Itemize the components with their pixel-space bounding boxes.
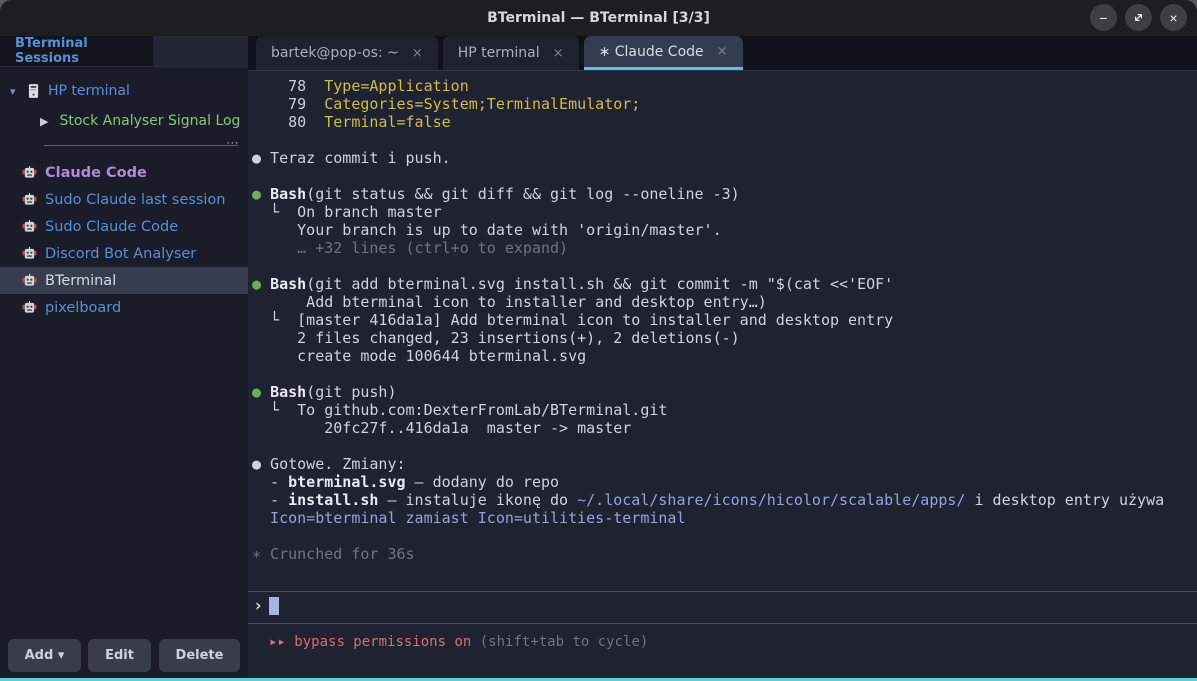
sidebar-item-discord-bot-analyser[interactable]: Discord Bot Analyser (0, 240, 248, 267)
minimize-button[interactable]: − (1090, 4, 1117, 31)
sessions-header-tab[interactable]: BTerminal Sessions (0, 36, 153, 66)
tab-label: ∗ Claude Code (599, 44, 704, 60)
session-label: pixelboard (45, 300, 121, 316)
sidebar-item-sudo-claude-last-session[interactable]: Sudo Claude last session (0, 186, 248, 213)
add-button[interactable]: Add ▾ (8, 639, 81, 672)
terminal-line (252, 257, 1195, 275)
terminal-line: Your branch is up to date with 'origin/m… (252, 221, 1195, 239)
terminal-output: 78 Type=Application 79 Categories=System… (252, 77, 1195, 563)
sidebar-item-bterminal[interactable]: BTerminal (0, 267, 248, 294)
terminal-line: ● Bash(git status && git diff && git log… (252, 185, 1195, 203)
tab-hp-terminal[interactable]: HP terminal × (443, 36, 579, 70)
edit-button[interactable]: Edit (88, 639, 151, 672)
text-cursor (269, 597, 279, 615)
tab-bar: bartek@pop-os: ~×HP terminal×∗ Claude Co… (248, 36, 1197, 70)
terminal-line (252, 527, 1195, 545)
terminal-line: - bterminal.svg — dodany do repo (252, 473, 1195, 491)
terminal-line: └ To github.com:DexterFromLab/BTerminal.… (252, 401, 1195, 419)
terminal-line: 20fc27f..416da1a master -> master (252, 419, 1195, 437)
sidebar-divider: ⋯ (44, 145, 238, 159)
robot-icon (22, 219, 37, 234)
window-title: BTerminal — BTerminal [3/3] (0, 0, 1197, 36)
sidebar-item-pixelboard[interactable]: pixelboard (0, 294, 248, 321)
tree-item-label: HP terminal (48, 83, 130, 99)
tree-item-hp-terminal[interactable]: ▾ HP terminal (0, 79, 248, 103)
session-label: Sudo Claude Code (45, 219, 178, 235)
tab-close-icon[interactable]: × (717, 44, 728, 59)
terminal-line: - install.sh — instaluje ikonę do ~/.loc… (252, 491, 1195, 509)
maximize-button[interactable] (1125, 4, 1152, 31)
sidebar-item-claude-code[interactable]: Claude Code (0, 159, 248, 186)
chevron-right-icon: ▶ (40, 115, 48, 128)
window-controls: − × (1090, 4, 1187, 31)
session-label: BTerminal (45, 273, 116, 289)
session-label: Sudo Claude last session (45, 192, 225, 208)
terminal-line: create mode 100644 bterminal.svg (252, 347, 1195, 365)
robot-icon (22, 300, 37, 315)
delete-button[interactable]: Delete (159, 639, 240, 672)
terminal-line: ∗ Crunched for 36s (252, 545, 1195, 563)
session-label: Claude Code (45, 165, 147, 181)
terminal-line: … +32 lines (ctrl+o to expand) (252, 239, 1195, 257)
terminal-line (252, 365, 1195, 383)
tab-close-icon[interactable]: × (412, 46, 423, 61)
robot-icon (22, 192, 37, 207)
sidebar-item-sudo-claude-code[interactable]: Sudo Claude Code (0, 213, 248, 240)
maximize-icon (1132, 11, 1145, 24)
robot-icon (22, 246, 37, 261)
session-list: Claude Code Sudo Claude last session Sudo … (0, 159, 248, 321)
double-arrow-icon: ▸▸ (269, 634, 294, 650)
tab-label: bartek@pop-os: ~ (271, 45, 399, 61)
terminal-line: 80 Terminal=false (252, 113, 1195, 131)
terminal-line: ● Gotowe. Zmiany: (252, 455, 1195, 473)
tree-item-label: Stock Analyser Signal Log (59, 113, 240, 129)
tab-bartek-pop-os[interactable]: bartek@pop-os: ~ × (256, 36, 438, 70)
sidebar-buttons: Add ▾EditDelete (8, 639, 240, 672)
prompt-chevron-icon: › (253, 598, 263, 615)
terminal-line: ● Teraz commit i push. (252, 149, 1195, 167)
sessions-sidebar: BTerminal Sessions ▾ HP terminal ▶ Stock… (0, 36, 248, 678)
chevron-down-icon[interactable]: ▾ (10, 85, 28, 98)
robot-icon (22, 165, 37, 180)
terminal-line (252, 437, 1195, 455)
computer-icon (28, 83, 39, 99)
ellipsis-handle: ⋯ (226, 136, 240, 151)
terminal-line: └ [master 416da1a] Add bterminal icon to… (252, 311, 1195, 329)
divider-line (44, 145, 238, 146)
terminal-line: Add bterminal icon to installer and desk… (252, 293, 1195, 311)
input-separator-bottom (248, 623, 1197, 624)
status-text: bypass permissions on (294, 634, 471, 650)
terminal-line (252, 167, 1195, 185)
terminal-line: ● Bash(git push) (252, 383, 1195, 401)
tab-claude-code[interactable]: ∗ Claude Code × (584, 36, 743, 70)
robot-icon (22, 273, 37, 288)
tab-close-icon[interactable]: × (553, 46, 564, 61)
sidebar-header: BTerminal Sessions (0, 36, 248, 67)
bterminal-window: BTerminal — BTerminal [3/3] − × BTermina… (0, 0, 1197, 681)
terminal-line: 2 files changed, 23 insertions(+), 2 del… (252, 329, 1195, 347)
terminal-view[interactable]: 78 Type=Application 79 Categories=System… (248, 70, 1197, 678)
terminal-line (252, 131, 1195, 149)
input-separator-top (248, 591, 1197, 592)
terminal-line: └ On branch master (252, 203, 1195, 221)
title-bar: BTerminal — BTerminal [3/3] − × (0, 0, 1197, 36)
tree-item-stock-analyser-signal-log[interactable]: ▶ Stock Analyser Signal Log (0, 109, 248, 133)
status-hint: (shift+tab to cycle) (471, 634, 648, 650)
main-area: bartek@pop-os: ~×HP terminal×∗ Claude Co… (248, 36, 1197, 678)
terminal-line: 79 Categories=System;TerminalEmulator; (252, 95, 1195, 113)
prompt-input[interactable]: › (253, 595, 279, 617)
session-label: Discord Bot Analyser (45, 246, 196, 262)
sidebar-header-label: BTerminal Sessions (15, 36, 153, 66)
terminal-line: ● Bash(git add bterminal.svg install.sh … (252, 275, 1195, 293)
tab-label: HP terminal (458, 45, 540, 61)
terminal-line: 78 Type=Application (252, 77, 1195, 95)
terminal-line: Icon=bterminal zamiast Icon=utilities-te… (252, 509, 1195, 527)
permissions-status[interactable]: ▸▸ bypass permissions on (shift+tab to c… (269, 633, 648, 651)
close-button[interactable]: × (1160, 4, 1187, 31)
